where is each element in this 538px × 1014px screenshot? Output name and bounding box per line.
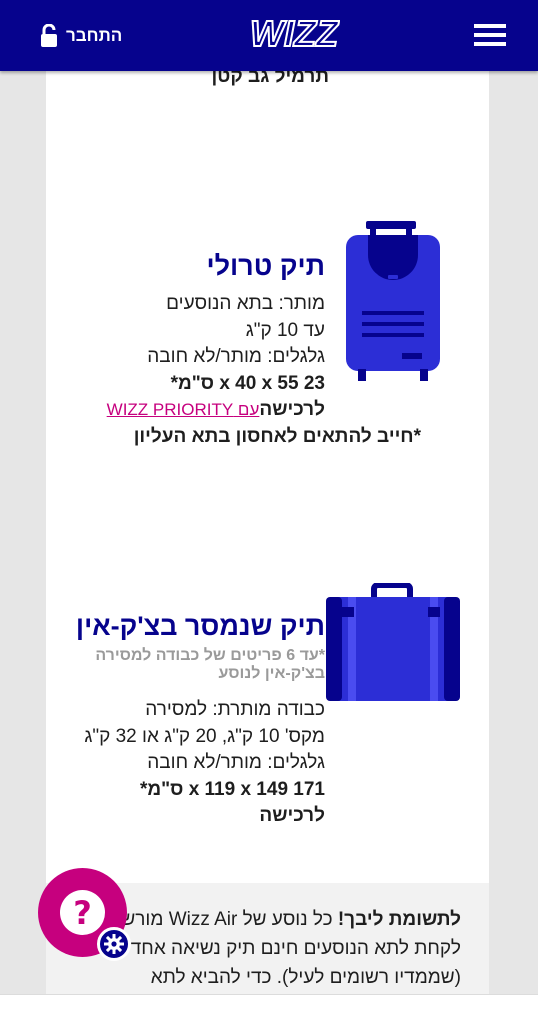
checked-bag-title: תיק שנמסר בצ'ק-אין — [75, 611, 325, 641]
checked-bag-details: כבודה מותרת: למסירה מקס' 10 ק"ג, 20 ק"ג … — [46, 697, 325, 830]
unlock-icon — [41, 24, 57, 47]
checked-bag-wheels: גלגלים: מותר/לא חובה — [147, 752, 325, 773]
checked-bag-weight: מקס' 10 ק"ג, 20 ק"ג או 32 ק"ג — [84, 725, 325, 747]
baggage-info-card: תרמיל גב קטן תיק טרולי מותר: בתא הנוסעים… — [46, 71, 489, 1014]
trolley-details: מותר: בתא הנוסעים עד 10 ק"ג גלגלים: מותר… — [46, 291, 325, 424]
bottom-strip — [0, 994, 538, 1014]
trolley-allowed: מותר: בתא הנוסעים — [166, 293, 325, 314]
trolley-purchase-row: לרכישהעם WIZZ PRIORITY — [46, 397, 325, 424]
wizz-priority-link[interactable]: עם WIZZ PRIORITY — [107, 400, 260, 419]
suitcase-icon — [326, 583, 460, 701]
checked-bag-allowed: כבודה מותרת: למסירה — [145, 699, 325, 720]
hamburger-menu-icon[interactable] — [474, 22, 506, 48]
logo-text: WIZZ — [250, 13, 340, 54]
attention-line3: (שממדיו רשומים לעיל). כדי להביא לתא — [150, 967, 461, 988]
trolley-purchase-label: לרכישה — [259, 399, 325, 420]
login-button[interactable]: התחבר — [40, 22, 122, 50]
small-backpack-title: תרמיל גב קטן — [211, 71, 329, 87]
checked-bag-note: *עד 6 פריטים של כבודה למסירה בצ'ק-אין לנ… — [46, 647, 325, 683]
attention-prefix: לתשומת ליבך! — [337, 909, 461, 930]
trolley-dimensions: 23 x 40 x 55 ס"מ* — [170, 372, 325, 394]
checked-bag-note-line1: *עד 6 פריטים של כבודה למסירה — [95, 647, 325, 664]
trolley-wheels: גלגלים: מותר/לא חובה — [147, 346, 325, 367]
checked-bag-dimensions: 171 x 119 x 149 ס"מ* — [139, 778, 325, 800]
trolley-bag-icon — [346, 221, 440, 381]
attention-line1-rest: כל נוסע של Wizz Air מורשה — [109, 909, 338, 930]
login-label: התחבר — [66, 26, 123, 45]
wizz-logo[interactable]: WIZZ — [248, 12, 341, 58]
checked-bag-purchase-label[interactable]: לרכישה — [46, 803, 325, 830]
trolley-fit-note: *חייב להתאים לאחסון בתא העליון — [133, 426, 421, 447]
top-navigation-bar: התחבר WIZZ — [0, 0, 538, 71]
question-icon: ? — [60, 890, 105, 935]
trolley-title: תיק טרולי — [206, 251, 325, 281]
gear-icon[interactable] — [97, 927, 131, 961]
trolley-weight: עד 10 ק"ג — [245, 319, 325, 341]
checked-bag-note-line2: בצ'ק-אין לנוסע — [218, 665, 325, 682]
